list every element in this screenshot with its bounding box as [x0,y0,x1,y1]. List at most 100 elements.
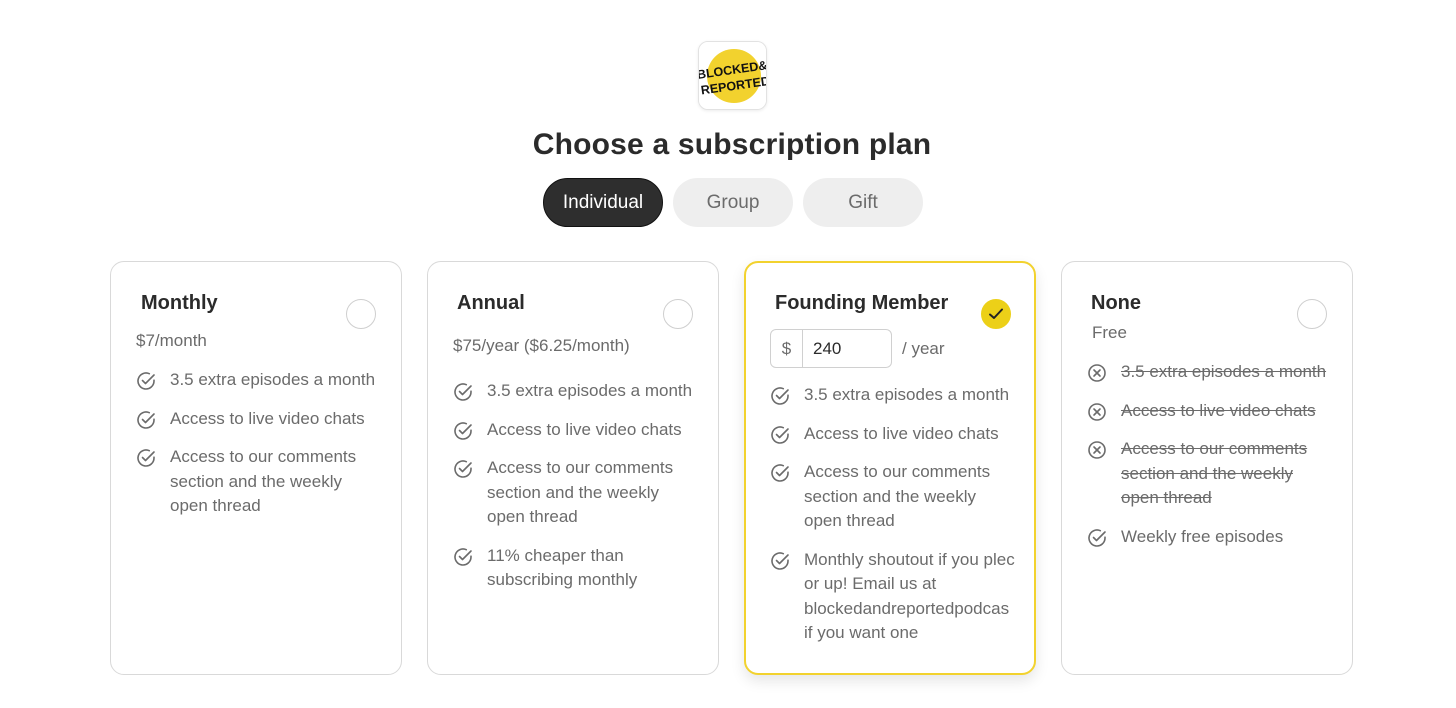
feature-text: Access to live video chats [170,407,365,432]
tab-group[interactable]: Group [673,178,793,227]
publication-logo: BLOCKED& REPORTED [698,41,767,110]
plan-card-annual[interactable]: Annual $75/year ($6.25/month) 3.5 extra … [427,261,719,675]
feature-list: 3.5 extra episodes a month Access to live… [770,383,1026,660]
plan-radio-annual[interactable] [663,299,693,329]
feature-text-line: subscribing monthly [487,570,638,589]
feature-text: Access to live video chats [487,418,682,443]
feature-text-line: blockedandreportedpodcas [804,598,1010,618]
feature-text: Access to our comments section and the we… [170,445,356,519]
feature-text-line: Access to live video chats [804,423,999,443]
feature-item: Weekly free episodes [1087,525,1344,550]
plan-price: Free [1092,323,1127,342]
feature-item: Access to our comments section and the we… [453,456,710,530]
feature-text-line: 3.5 extra episodes a month [804,385,1010,404]
feature-item: 3.5 extra episodes a month [770,383,1026,408]
check-circle-icon [453,459,473,479]
plan-card-founding-member[interactable]: Founding Member $ / year 3.5 extra episo… [744,261,1036,675]
check-circle-icon [770,463,790,483]
plan-name: Annual [457,292,525,314]
feature-list: 3.5 extra episodes a month Access to live… [1087,360,1344,563]
feature-text-line: Access to live video chats [170,408,365,428]
check-circle-icon [453,382,473,402]
feature-text: Access to live video chats [1121,399,1316,424]
amount-field: $ [770,329,892,368]
feature-item: Access to our comments section and the we… [136,445,393,519]
check-icon [989,308,1003,319]
feature-text-line: open thread [170,496,261,515]
feature-text-line: Access to live video chats [1121,400,1316,420]
plan-price: $7/month [136,331,207,350]
x-circle-icon [1087,402,1107,422]
feature-text: 3.5 extra episodes a month [804,383,1009,408]
check-circle-icon [136,371,156,391]
feature-text-line: 11% cheaper than [487,545,624,565]
plan-radio-none[interactable] [1297,299,1327,329]
page-title: Choose a subscription plan [532,128,932,161]
feature-text-line: open thread [487,507,578,526]
plan-card-monthly[interactable]: Monthly $7/month 3.5 extra episodes a mo… [110,261,402,675]
check-circle-icon [136,448,156,468]
amount-row: $ / year [770,329,945,368]
check-circle-icon [770,425,790,445]
feature-text: Access to our comments section and the we… [804,460,990,534]
x-circle-icon [1087,440,1107,460]
check-circle-icon [770,386,790,406]
feature-item: 3.5 extra episodes a month [453,379,710,404]
feature-text-line: section and the weekly [1121,463,1293,483]
feature-text-line: Access to live video chats [487,419,682,439]
feature-text-line: Weekly free episodes [1121,526,1284,546]
currency-prefix: $ [771,330,803,367]
feature-item: Monthly shoutout if you plec or up! Email… [770,548,1026,646]
check-circle-icon [136,410,156,430]
plan-name: Monthly [141,292,218,314]
feature-text: 3.5 extra episodes a month [1121,360,1326,385]
logo-graphic: BLOCKED& REPORTED [699,42,766,109]
plan-radio-monthly[interactable] [346,299,376,329]
feature-item: 3.5 extra episodes a month [1087,360,1344,385]
feature-text-line: section and the weekly [170,471,342,491]
feature-item: Access to our comments section and the we… [770,460,1026,534]
feature-text-line: if you want one [804,623,919,642]
tab-individual[interactable]: Individual [543,178,663,227]
plan-card-none[interactable]: None Free 3.5 extra episodes a month Acce… [1061,261,1353,675]
feature-text: Monthly shoutout if you plec or up! Email… [804,548,1015,646]
feature-item: Access to live video chats [1087,399,1344,424]
feature-text-line: 3.5 extra episodes a month [170,370,376,389]
feature-text-line: Access to our comments [487,458,674,477]
feature-text: 3.5 extra episodes a month [487,379,692,404]
feature-list: 3.5 extra episodes a month Access to live… [136,368,393,533]
feature-text-line: Access to our comments [170,447,357,466]
x-circle-icon [1087,363,1107,383]
check-circle-icon [770,551,790,571]
feature-text-line: Access to our comments [804,462,991,481]
period-label: / year [902,338,945,358]
tab-gift[interactable]: Gift [803,178,923,227]
feature-item: 11% cheaper than subscribing monthly [453,544,710,593]
feature-text-line: open thread [1121,488,1212,507]
feature-text: Access to our comments section and the we… [487,456,673,530]
plan-name: None [1091,292,1141,314]
feature-item: Access to live video chats [453,418,710,443]
feature-item: Access to live video chats [136,407,393,432]
feature-text-line: or up! Email us at [804,574,937,593]
feature-item: 3.5 extra episodes a month [136,368,393,393]
feature-text-line: section and the weekly [487,482,659,502]
check-circle-icon [1087,528,1107,548]
feature-text-line: section and the weekly [804,486,976,506]
feature-text-line: 3.5 extra episodes a month [487,381,693,400]
plan-name: Founding Member [775,292,949,314]
feature-text-line: Monthly shoutout if you plec [804,549,1015,569]
feature-text: Access to our comments section and the we… [1121,437,1307,511]
feature-item: Access to live video chats [770,422,1026,447]
feature-list: 3.5 extra episodes a month Access to live… [453,379,710,607]
feature-text: 11% cheaper than subscribing monthly [487,544,637,593]
amount-input[interactable] [803,330,891,367]
feature-item: Access to our comments section and the we… [1087,437,1344,511]
feature-text-line: open thread [804,511,895,530]
plan-radio-founding-member[interactable] [981,299,1011,329]
feature-text: Access to live video chats [804,422,999,447]
plan-type-tabs: Individual Group Gift [543,178,923,227]
check-circle-icon [453,421,473,441]
feature-text: 3.5 extra episodes a month [170,368,375,393]
check-circle-icon [453,547,473,567]
